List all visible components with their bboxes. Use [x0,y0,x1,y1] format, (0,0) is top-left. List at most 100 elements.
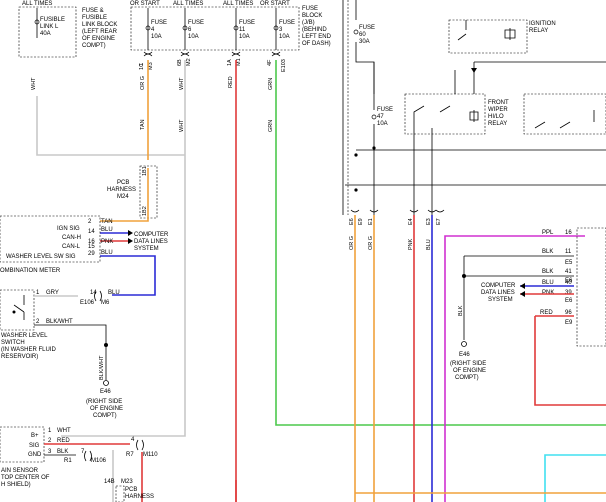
right-data-line0: COMPUTER [481,283,516,289]
rpin-num-16: 16 [565,230,572,236]
washer-wire-gry: GRY [46,290,59,296]
junction-dot-r2 [354,188,358,192]
all-times-label-1: ALL TIMES [22,1,52,7]
wire-grn-fuse3 [275,60,606,426]
wire-red-96 [534,316,606,406]
fuse-block-jb-line4: LEFT END [302,34,332,40]
washer-level-switch: 1 GRY 14 BLU E106 M6 2 BLK/WHT WASHER LE… [0,289,123,419]
rain-pin-sig: SIG [29,443,40,449]
right-ground-line1: OF ENGINE [453,368,486,374]
meter-data-line2: SYSTEM [134,246,159,252]
fusible-link-l-line2: 40A [40,31,51,37]
wiper-relay-line3: RELAY [488,121,507,127]
right-ground-line0: (RIGHT SIDE [450,361,486,367]
diode-icon [471,68,477,73]
connector-1c: 1C [139,63,145,70]
rpin-num-96: 96 [565,310,572,316]
washer-ground-line1: OF ENGINE [90,406,123,412]
connector-e103: E103 [281,59,287,72]
fuse-47-line0: FUSE [377,107,393,113]
rain-r7-pin: 4 [131,437,135,443]
washer-label-line2: (IN WASHER FLUID [1,347,56,353]
fuse-6-line0: FUSE [188,20,204,26]
fusible-link-l-line0: FUSIBLE [40,17,65,23]
meter-wire-blu-29: BLU [101,250,113,256]
rpin-wire-blk-41: BLK [542,269,553,275]
wire-wht-fusible [36,96,185,156]
right-conn-e4: E4 [408,218,414,225]
fuse-block-jb-line3: (BEHIND [302,27,327,33]
washer-conn-m6: M6 [101,300,110,306]
rpin-num-41: 41 [565,269,572,275]
meter-data-line1: DATA LINES [134,239,168,245]
meter-pin-15: 15 [88,244,95,250]
junction-dot-washer [104,343,108,347]
right-data-line1: DATA LINES [481,290,515,296]
meter-pin-14: 14 [88,229,95,235]
wire-label-grn: GRN [268,78,274,90]
pcb-pin-1b2: 1B2 [142,206,148,216]
wiper-relay-line1: WIPER [488,107,508,113]
pcb-harness-line2: M24 [117,194,129,200]
pcb-pin-1b1: 1B1 [142,166,148,176]
ground-icon-e46-right [461,341,467,347]
wiper-relay-line0: FRONT [488,100,509,106]
rain-pcb-label1: HARNESS [125,494,154,500]
wire-label-wht-1: WHT [31,77,37,90]
washer-conn-e106: E106 [80,300,95,306]
washer-conn-pin-14: 14 [90,290,97,296]
wire-label-tan: TAN [140,119,146,130]
washer-label-line1: SWITCH [1,340,25,346]
connector-m3: M3 [148,62,154,70]
or-start-label-1: OR START [130,1,160,7]
fuse-3-line2: 10A [279,34,290,40]
meter-pin-2: 2 [88,219,92,225]
wire-cyan-bottom [544,454,606,502]
rpin-wire-blu-40: BLU [542,280,554,286]
right-wire-blu: BLU [426,239,432,250]
fuse-3-line0: FUSE [279,20,295,26]
fuse-block-jb-line1: BLOCK [302,13,322,19]
rain-wire-blk: BLK [57,449,68,455]
rain-pin-gnd: GND [28,452,42,458]
right-data-line2: SYSTEM [488,297,513,303]
pcb-harness-m24: PCB HARNESS M24 1B1 1B2 [100,165,158,222]
fuse-11-line2: 10A [239,34,250,40]
rpin-num-39: 39 [565,290,572,296]
right-ground-e46: E46 [459,352,470,358]
fusible-link-l-line1: LINK L [40,24,59,30]
meter-data-line0: COMPUTER [134,232,169,238]
rpin-wire-blk-11: BLK [542,249,553,255]
fuse-4-line0: FUSE [151,20,167,26]
rain-label-line0: AIN SENSOR [1,468,39,474]
wire-label-wht-2: WHT [179,77,185,90]
rain-pin-bplus: B+ [31,433,39,439]
rain-r7: R7 [126,452,134,458]
or-start-label-2: OR START [260,1,290,7]
fusible-link-block: ALL TIMES FUSIBLE LINK L 40A FUSE & FUSI… [18,1,118,90]
combination-meter: 2 TAN IGN SIG 14 BLU CAN-H 16 PNK CAN-L … [0,215,169,274]
right-wire-org-2: OR G [368,236,374,250]
ground-icon-e46-left [103,380,109,386]
rpin-id-e6-2: E6 [565,298,573,304]
washer-label-line0: WASHER LEVEL [1,333,48,339]
fuse-block-jb-line0: FUSE [302,6,318,12]
washer-ground-line2: COMPT) [93,413,117,419]
all-times-label-3: ALL TIMES [223,1,253,7]
washer-wire-blk-wht: BLK/WHT [46,319,73,325]
meter-wire-pnk: PNK [101,239,113,245]
rain-r1: R1 [64,458,72,464]
rain-pcb-pin-14b: 14B [104,479,115,485]
connector-6b: 6B [177,59,183,66]
rpin-num-40: 40 [565,280,572,286]
right-wire-pnk: PNK [408,238,414,250]
rain-num-3: 3 [48,449,52,455]
fuse-block-jb-line5: OF DASH) [302,41,331,47]
right-conn-e1: E1 [368,218,374,225]
connector-m1: M1 [236,58,242,66]
wiring-diagram: ALL TIMES FUSIBLE LINK L 40A FUSE & FUSI… [0,0,606,502]
fuse-6-line1: 6 [188,27,192,33]
rpin-id-e9: E9 [565,320,573,326]
fuse-60-line1: 60 [359,32,366,38]
rpin-wire-pnk-39: PNK [542,290,554,296]
